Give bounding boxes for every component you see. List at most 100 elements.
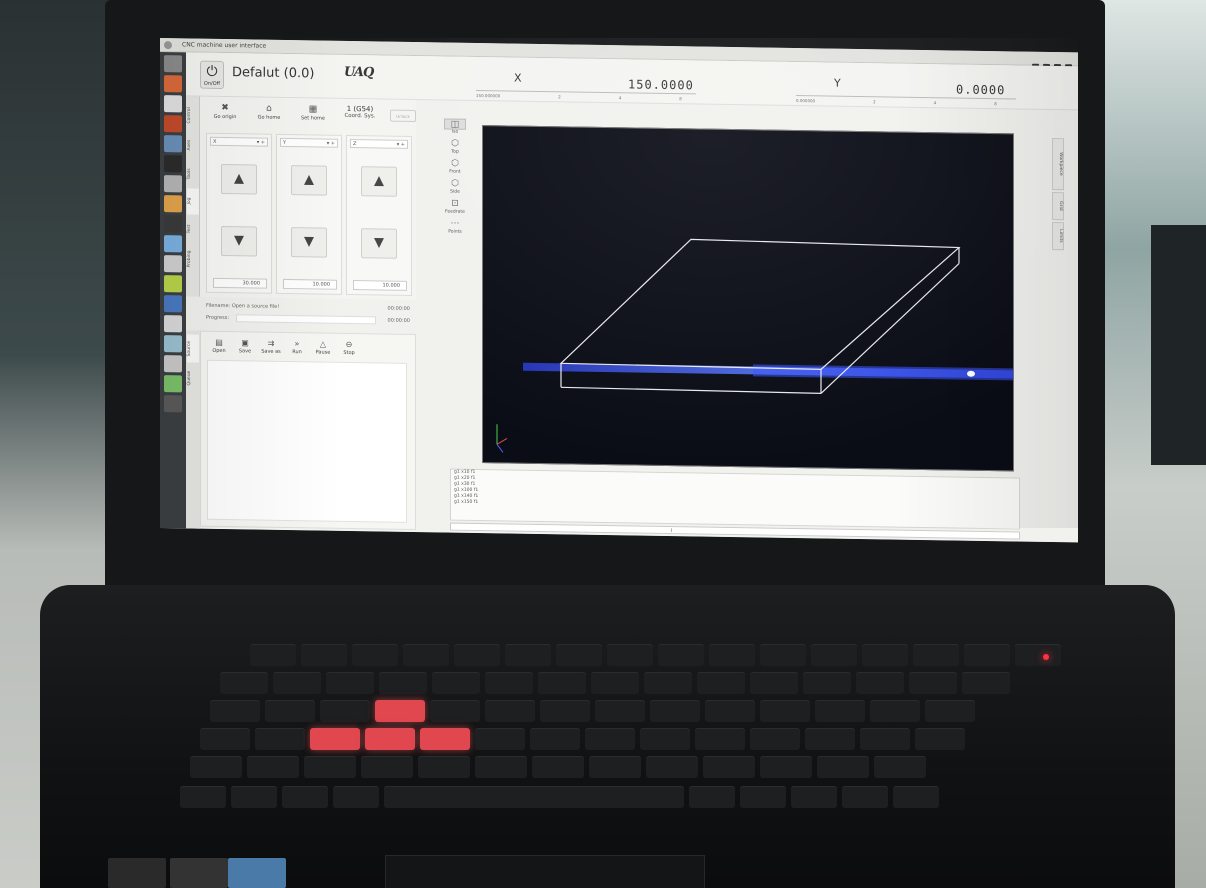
launcher-app-icon[interactable] [164, 295, 182, 313]
axis-x-tick: 8 [679, 96, 682, 102]
jog-axis-select-z[interactable]: Z ▾ + [350, 138, 408, 149]
keyboard-key [815, 700, 865, 722]
touchpad [385, 855, 705, 888]
tab-probing[interactable]: Probing [187, 244, 199, 274]
launcher-app-icon[interactable] [164, 355, 182, 373]
jog-axis-select-x[interactable]: X ▾ + [210, 136, 268, 147]
jog-x-plus-button[interactable]: ▲ [221, 163, 257, 195]
view-side-button[interactable]: ⬡ Side [444, 178, 466, 195]
filename-row: Filename: Open a source file! 00:00:00 [206, 301, 410, 314]
tab-axes[interactable]: Axes [187, 132, 199, 158]
axis-x-tick: 2 [558, 94, 561, 100]
jog-axis-x: X [213, 138, 217, 145]
jog-axis-select-y[interactable]: Y ▾ + [280, 137, 338, 148]
launcher-trash-icon[interactable] [164, 395, 182, 413]
keyboard-key [180, 786, 226, 808]
power-button[interactable]: ⏻ On/Off [200, 60, 224, 90]
keyboard-key [475, 756, 527, 778]
axis-x-readout: X 150.0000 150.000000 2 4 8 [476, 71, 706, 102]
cnc-main-window: ⏻ On/Off Defalut (0.0) UAQ X 150.0000 15… [186, 52, 1078, 543]
view-iso-button[interactable]: ◫ Iso [444, 118, 466, 135]
keyboard-key [791, 786, 837, 808]
keyboard-row [250, 644, 1061, 666]
file-toolbar: ▤ Open ▣ Save ⇉ Save as » Run △ Pause ⊖ Stop [201, 332, 415, 357]
tab-workpiece[interactable]: Workpiece [1052, 138, 1064, 191]
view-top-button[interactable]: ⬡ Top [444, 138, 466, 155]
keyboard-key [705, 700, 755, 722]
keyboard-key [432, 672, 480, 694]
axis-y-readout: Y 0.0000 0.000000 2 4 8 [796, 76, 1036, 106]
launcher-app-icon[interactable] [164, 275, 182, 293]
jog-z-plus-button[interactable]: ▲ [361, 166, 397, 197]
keyboard-key [646, 756, 698, 778]
keyboard-key [420, 728, 470, 750]
launcher-app-icon[interactable] [164, 195, 182, 213]
go-origin-button[interactable]: ✖ Go origin [208, 103, 242, 121]
jog-step-y-input[interactable]: 10.000 [283, 278, 337, 290]
jog-column-x: X ▾ + ▲ ▼ 30.000 [206, 132, 272, 294]
tab-queue[interactable]: Queue [187, 364, 199, 392]
launcher-app-icon[interactable] [164, 375, 182, 393]
open-button[interactable]: ▤ Open [209, 338, 229, 354]
keyboard-key [475, 728, 525, 750]
go-home-button[interactable]: ⌂ Go home [252, 103, 286, 121]
launcher-app-icon[interactable] [164, 215, 182, 233]
tab-grid[interactable]: Grid [1052, 192, 1064, 221]
tab-test[interactable]: Test [187, 216, 199, 242]
window-close-icon[interactable] [164, 41, 172, 50]
launcher-app-icon[interactable] [164, 135, 182, 153]
axis-x-scale: 150.000000 2 4 8 [476, 89, 696, 102]
keyboard-key [250, 644, 296, 666]
axis-y-scale: 0.000000 2 4 8 [796, 94, 1016, 106]
view-toolbar: ◫ Iso ⬡ Top ⬡ Front ⬡ Side ⊡ Feedrate ⋯ Points [444, 118, 468, 288]
launcher-app-icon[interactable] [164, 255, 182, 273]
save-button[interactable]: ▣ Save [235, 338, 255, 354]
keyboard-key [709, 644, 755, 666]
run-button[interactable]: » Run [287, 339, 307, 355]
jog-x-minus-button[interactable]: ▼ [221, 225, 257, 257]
points-button[interactable]: ⋯ Points [444, 218, 466, 235]
save-as-button[interactable]: ⇉ Save as [261, 339, 281, 355]
launcher-app-icon[interactable] [164, 115, 182, 133]
launcher-dash-icon[interactable] [164, 55, 182, 73]
jog-y-plus-button[interactable]: ▲ [291, 165, 327, 196]
view-options-tab-bar: Workpiece Grid Limits [1050, 138, 1068, 288]
toolpath-viewport[interactable] [482, 125, 1014, 472]
launcher-app-icon[interactable] [164, 315, 182, 333]
tab-limits[interactable]: Limits [1052, 222, 1064, 251]
tab-source[interactable]: Source [187, 334, 199, 363]
gcode-console: g1 x10 f1 g1 x20 f1 g1 x30 f1 g1 x100 f1… [450, 468, 1020, 530]
keyboard-key [760, 700, 810, 722]
keyboard-key [862, 644, 908, 666]
jog-y-minus-button[interactable]: ▼ [291, 227, 327, 258]
launcher-settings-icon[interactable] [164, 175, 182, 193]
keyboard-key [874, 756, 926, 778]
keyboard-key [361, 756, 413, 778]
axis-y-tick: 2 [873, 99, 876, 105]
tab-tools[interactable]: Tools [187, 160, 199, 186]
feedrate-icon: ⊡ [451, 198, 459, 209]
run-icon: » [294, 339, 300, 349]
launcher-app-icon[interactable] [164, 235, 182, 253]
keyboard-key [255, 728, 305, 750]
pause-button[interactable]: △ Pause [313, 339, 333, 356]
gcode-editor[interactable] [207, 359, 407, 523]
keyboard-key [893, 786, 939, 808]
feedrate-button[interactable]: ⊡ Feedrate [444, 198, 466, 215]
keyboard-key [964, 644, 1010, 666]
launcher-terminal-icon[interactable] [164, 155, 182, 173]
set-home-button[interactable]: ▦ Set home [296, 104, 330, 122]
stop-button[interactable]: ⊖ Stop [339, 340, 359, 356]
launcher-app-icon[interactable] [164, 335, 182, 353]
jog-step-x-input[interactable]: 30.000 [213, 277, 267, 289]
view-front-button[interactable]: ⬡ Front [444, 158, 466, 175]
unlock-button[interactable]: Unlock [390, 109, 416, 123]
tab-control[interactable]: Control [187, 100, 199, 130]
coord-system-selector[interactable]: 1 (G54) Coord. Sys. [340, 105, 380, 123]
launcher-browser-icon[interactable] [164, 75, 182, 93]
tab-jog[interactable]: Jog [187, 188, 199, 215]
jog-z-minus-button[interactable]: ▼ [361, 228, 397, 259]
jog-step-z-input[interactable]: 10.000 [353, 280, 407, 291]
view-side-label: Side [450, 189, 460, 195]
launcher-files-icon[interactable] [164, 95, 182, 113]
